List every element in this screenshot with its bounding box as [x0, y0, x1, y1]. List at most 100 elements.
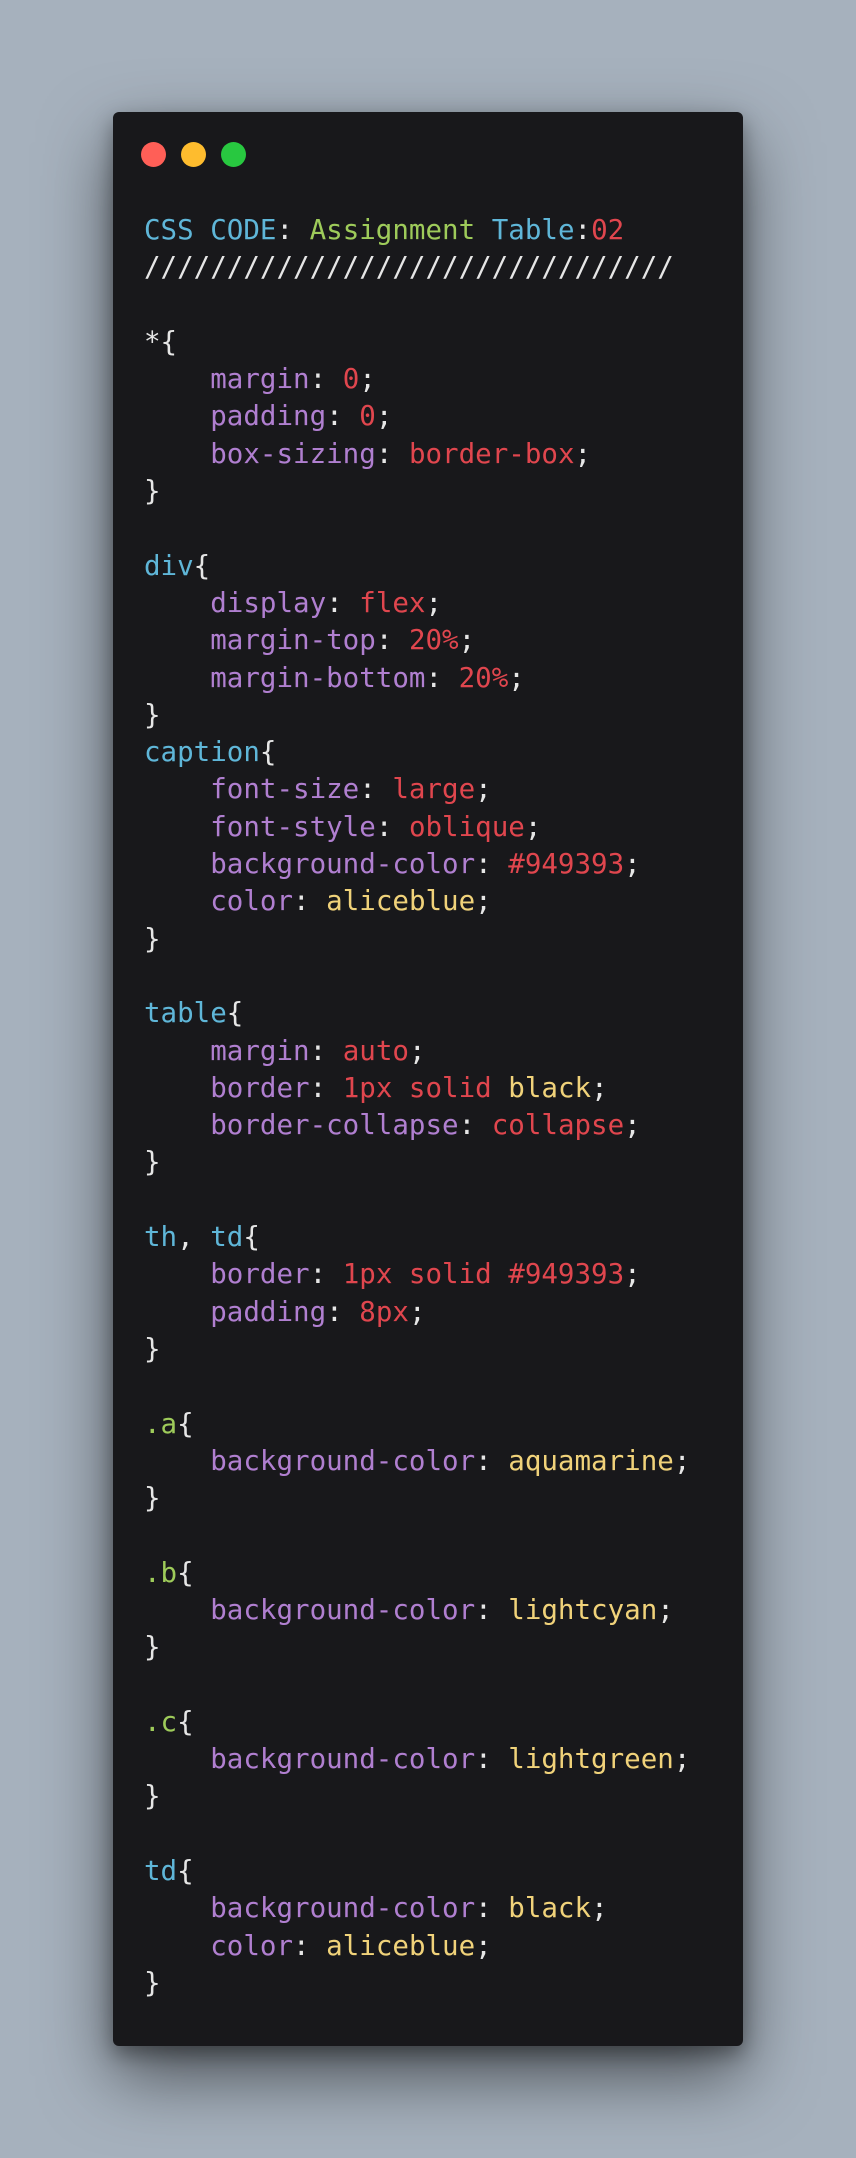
close-dot-icon[interactable] [141, 142, 166, 167]
code-token: ; [591, 1892, 608, 1925]
code-line: table{ [144, 995, 690, 1032]
code-token: aquamarine [508, 1444, 674, 1477]
minimize-dot-icon[interactable] [181, 142, 206, 167]
code-line: margin: 0; [144, 361, 690, 398]
code-line: } [144, 1144, 690, 1181]
code-token: } [144, 1631, 161, 1664]
code-token: Table [491, 214, 575, 246]
code-token: lightgreen [508, 1743, 674, 1776]
code-token: .c [144, 1705, 178, 1738]
code-token: ; [673, 1444, 691, 1477]
code-token: } [144, 698, 161, 731]
code-line: } [144, 1480, 690, 1517]
code-token: table [144, 997, 227, 1030]
code-token: auto [342, 1034, 409, 1067]
code-token: : [326, 400, 360, 433]
code-line: .c{ [144, 1704, 690, 1741]
code-line: font-style: oblique; [144, 809, 690, 846]
code-line: caption{ [144, 734, 690, 771]
code-token: 0 [359, 400, 376, 433]
code-token: } [144, 922, 161, 955]
code-token: background-color [210, 1892, 476, 1925]
code-token: background-color [210, 1593, 476, 1626]
code-token: ; [591, 1071, 608, 1104]
code-token: font-style [210, 810, 376, 843]
code-token: aliceblue [326, 885, 476, 918]
code-token: padding [210, 400, 327, 433]
code-token: border [210, 1071, 310, 1104]
code-token: ; [375, 400, 393, 433]
code-token: { [259, 736, 277, 769]
code-token: oblique [408, 810, 525, 843]
code-line: padding: 0; [144, 398, 690, 435]
code-line: border-collapse: collapse; [144, 1107, 690, 1144]
code-token: margin [210, 1034, 310, 1067]
code-token: .a [144, 1407, 178, 1440]
code-token: : [475, 1593, 509, 1626]
code-token: padding [210, 1295, 327, 1328]
code-token: 20% [458, 661, 509, 694]
code-token: black [508, 1892, 592, 1925]
code-token: flex [359, 586, 426, 619]
code-token: 0 [342, 363, 360, 396]
code-token: : [326, 586, 360, 619]
code-token: margin-top [210, 624, 376, 657]
code-token: ; [475, 885, 492, 918]
maximize-dot-icon[interactable] [221, 142, 246, 167]
code-token: box-sizing [210, 437, 376, 470]
code-token: background-color [210, 1743, 476, 1776]
code-token: ; [408, 1034, 426, 1067]
code-token: : [475, 848, 509, 881]
code-token: color [210, 1929, 294, 1962]
code-line: CSS CODE: Assignment Table:02 [144, 212, 690, 249]
code-token: 20% [408, 624, 459, 657]
code-token: collapse [491, 1109, 625, 1142]
code-token: : [375, 437, 409, 470]
code-window: CSS CODE: Assignment Table:02///////////… [113, 112, 743, 2046]
code-token: ; [508, 661, 525, 694]
code-line: th, td{ [144, 1219, 690, 1256]
code-line: color: aliceblue; [144, 1928, 690, 1965]
code-line: display: flex; [144, 585, 690, 622]
code-token: th [144, 1221, 178, 1254]
code-token: large [392, 773, 476, 806]
code-token: .b [144, 1556, 178, 1589]
code-line: } [144, 1778, 690, 1815]
code-line: background-color: aquamarine; [144, 1443, 690, 1480]
code-token: #949393 [508, 848, 625, 881]
code-token: : [375, 810, 409, 843]
code-token: ; [475, 1929, 492, 1962]
code-line: .b{ [144, 1555, 690, 1592]
code-token: border-collapse [210, 1109, 459, 1142]
code-token: ; [657, 1593, 674, 1626]
code-token: : [475, 1743, 509, 1776]
code-token: font-size [210, 773, 360, 806]
code-token: ; [475, 773, 492, 806]
code-token: } [144, 1966, 161, 1999]
code-token: ; [574, 437, 592, 470]
code-token: { [243, 1221, 260, 1254]
code-line: *{ [144, 324, 690, 361]
code-line: background-color: lightcyan; [144, 1592, 690, 1629]
code-token: : [309, 1071, 343, 1104]
code-token: : [309, 1258, 343, 1291]
code-line: font-size: large; [144, 771, 690, 808]
code-token: { [177, 1556, 194, 1589]
code-token: : [425, 661, 459, 694]
code-token: lightcyan [508, 1593, 658, 1626]
code-token: div [144, 549, 194, 582]
code-line: } [144, 1629, 690, 1666]
